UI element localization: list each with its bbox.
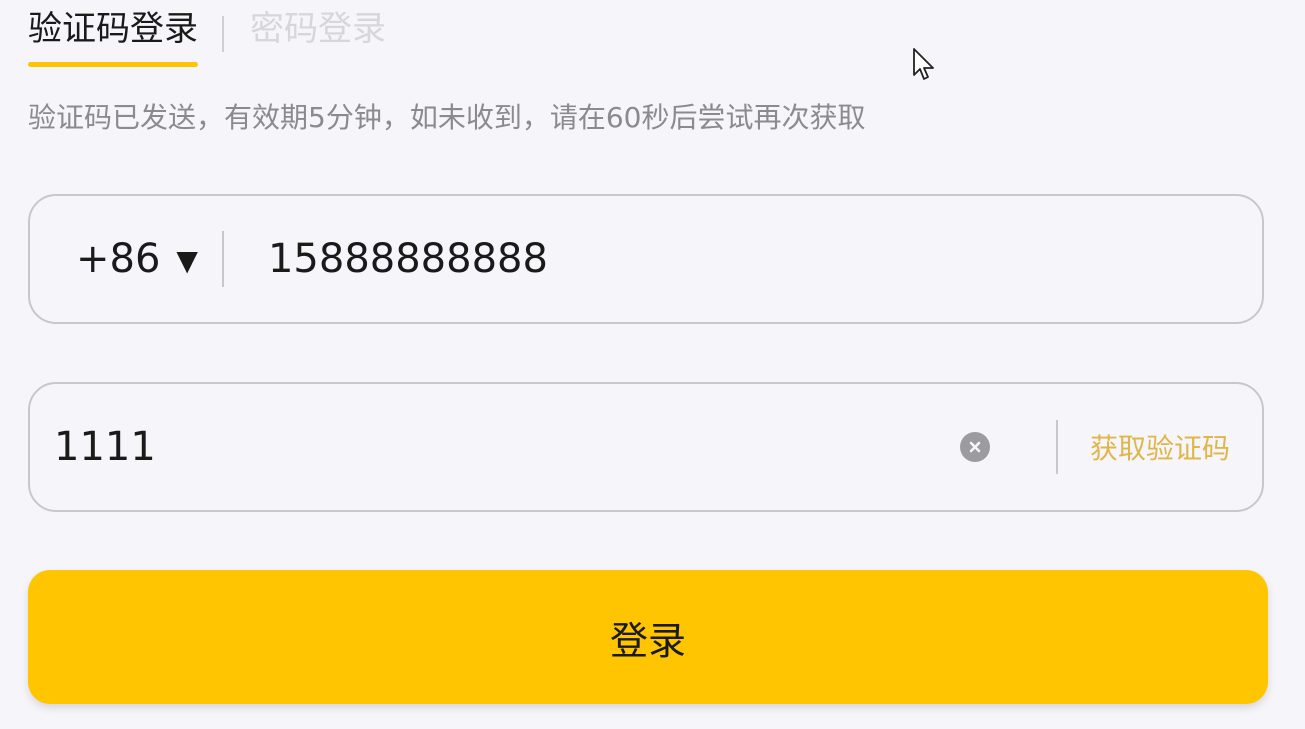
login-tabs: 验证码登录 密码登录 [28,0,386,70]
dropdown-triangle-icon: ▼ [176,243,198,277]
active-tab-indicator [28,62,198,67]
tab-sms-login-label: 验证码登录 [28,9,198,49]
get-code-button[interactable]: 获取验证码 [1090,427,1230,467]
login-page: 验证码登录 密码登录 验证码已发送，有效期5分钟，如未收到，请在60秒后尝试再次… [0,0,1305,729]
country-code-selector[interactable]: +86 ▼ [76,236,198,282]
clear-icon[interactable] [959,432,990,462]
tab-password-login-label: 密码登录 [250,9,386,49]
code-sent-hint: 验证码已发送，有效期5分钟，如未收到，请在60秒后尝试再次获取 [28,101,866,134]
mouse-cursor-icon [913,48,934,80]
tab-divider [222,16,224,52]
login-button[interactable]: 登录 [28,570,1268,704]
country-code: +86 [76,236,161,282]
code-field: 获取验证码 [28,382,1264,512]
phone-field-divider [221,231,224,287]
code-field-divider [1055,420,1058,474]
phone-field: +86 ▼ [28,194,1264,324]
tab-password-login[interactable]: 密码登录 [250,0,386,58]
verification-code-input[interactable] [54,417,960,477]
phone-number-input[interactable] [267,229,1262,289]
tab-sms-login[interactable]: 验证码登录 [28,0,198,67]
